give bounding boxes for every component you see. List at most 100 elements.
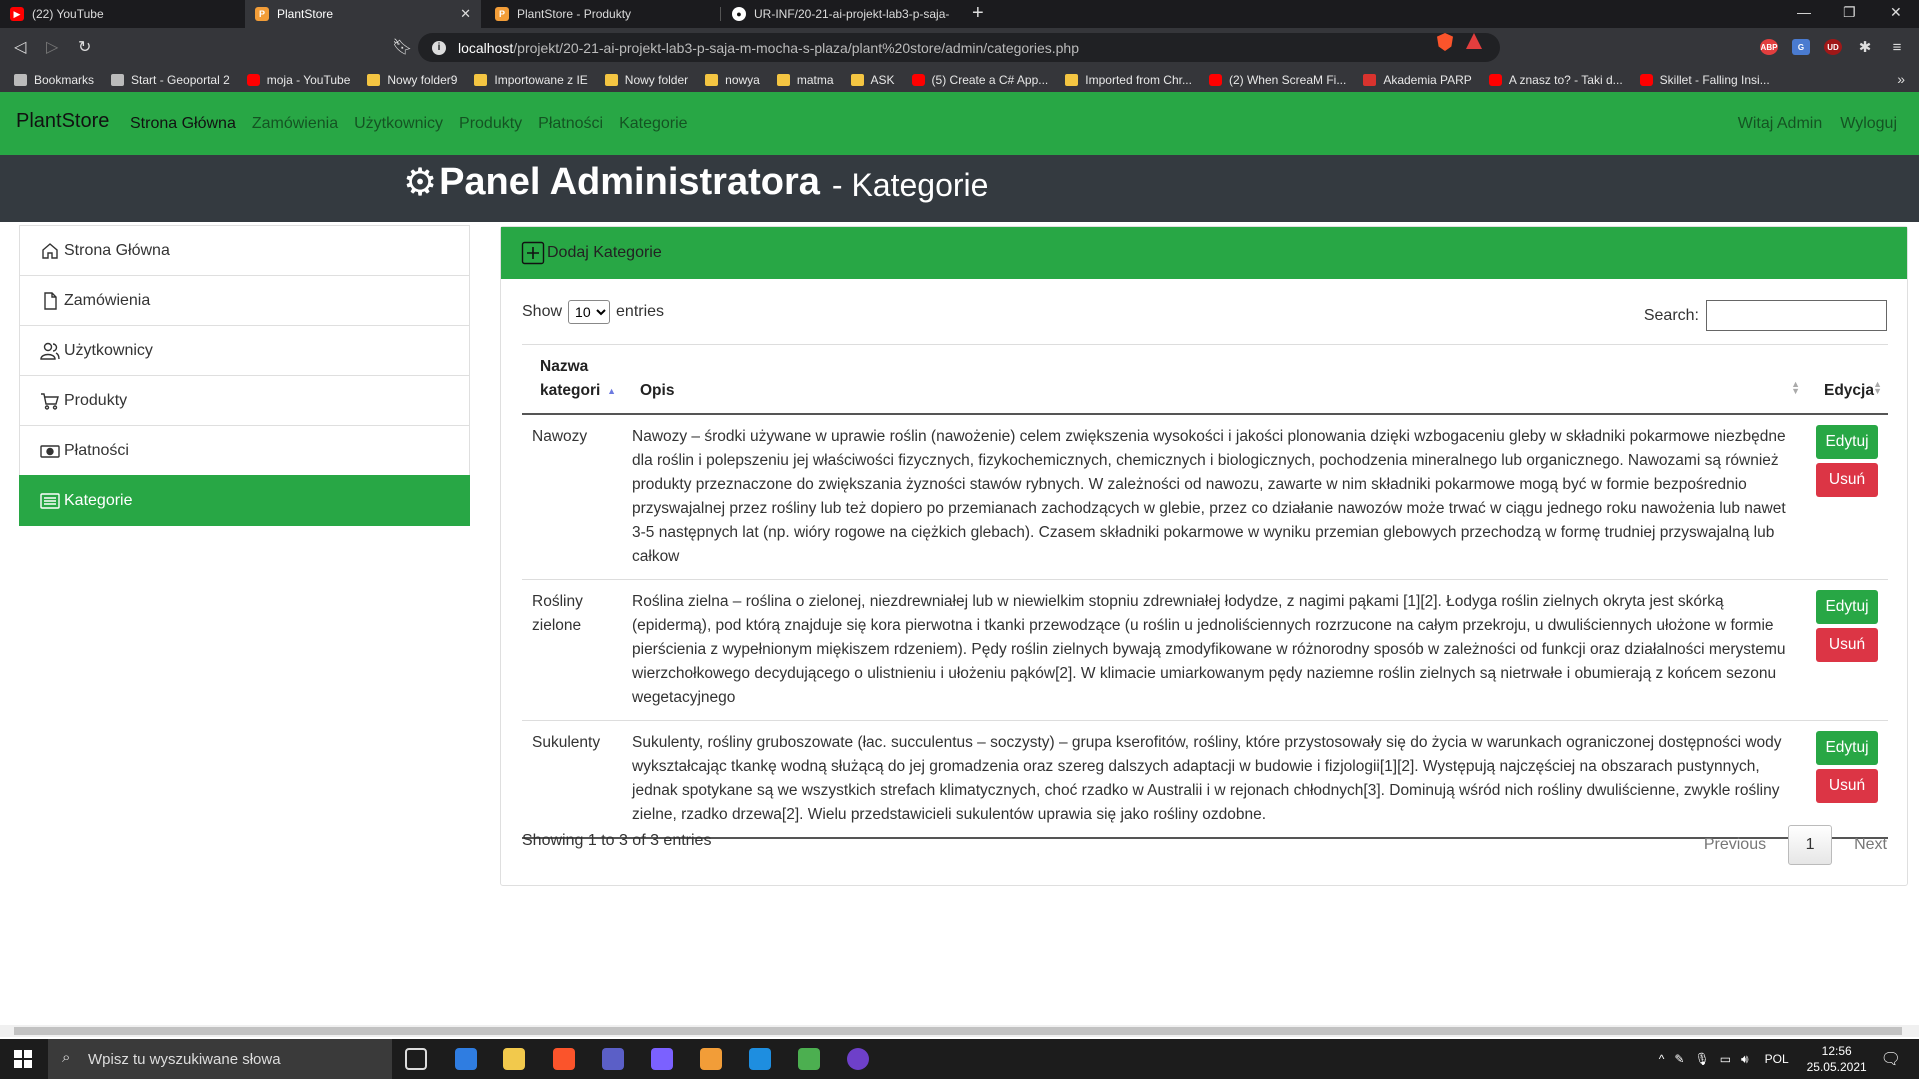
search-input[interactable] [1706,300,1887,331]
pen-icon[interactable]: ✎ [1674,1052,1684,1066]
network-icon[interactable]: ▭ [1720,1052,1731,1066]
sidebar-item-label: Płatności [64,441,129,459]
bookmark-item[interactable]: Bookmarks [14,73,94,87]
bookmark-folder[interactable]: ASK [850,73,895,87]
todo-icon[interactable] [455,1048,477,1070]
browser-tab-youtube[interactable]: ▶ (22) YouTube [0,0,240,28]
sidebar-item-orders[interactable]: Zamówienia [19,275,470,326]
nav-payments[interactable]: Płatności [538,115,603,133]
sidebar-item-users[interactable]: Użytkownicy [19,325,470,376]
close-icon[interactable]: ✕ [460,6,471,22]
page-size-select[interactable]: 10 [568,300,611,324]
bookmark-item[interactable]: A znasz to? - Taki d... [1488,73,1623,87]
bookmark-folder[interactable]: Nowy folder9 [367,73,457,87]
browser-tab-github[interactable]: ● UR-INF/20-21-ai-projekt-lab3-p-saja- [722,0,962,28]
discord-icon[interactable] [651,1048,673,1070]
microphone-icon[interactable]: 🎙︎ [1694,1052,1709,1066]
back-icon[interactable]: ◁ [14,37,26,57]
adblock-icon[interactable]: ABP [1760,39,1778,55]
horizontal-scrollbar[interactable] [0,1025,1919,1037]
delete-button[interactable]: Usuń [1816,769,1878,803]
vscode-icon[interactable] [749,1048,771,1070]
nav-home[interactable]: Strona Główna [130,115,236,133]
table-row: Nawozy Nawozy – środki używane w uprawie… [522,413,1888,580]
bookmark-item[interactable]: moja - YouTube [246,73,350,87]
bookmark-icon[interactable]: 🔖︎ [392,37,412,57]
nav-categories[interactable]: Kategorie [619,115,688,133]
notifications-icon[interactable]: 🗨︎ [1881,1049,1901,1069]
windows-start-icon[interactable] [14,1050,32,1068]
folder-icon [474,73,488,86]
bookmark-item[interactable]: (2) When ScreaM Fi... [1208,73,1346,87]
nav-products[interactable]: Produkty [459,115,522,133]
bookmark-item[interactable]: Skillet - Falling Insi... [1639,73,1770,87]
page-button[interactable]: 1 [1788,825,1833,865]
previous-button[interactable]: Previous [1704,836,1766,854]
window-close-icon[interactable]: ✕ [1890,4,1902,21]
bookmark-folder[interactable]: Nowy folder [604,73,688,87]
page-icon [111,73,125,86]
add-category-button[interactable]: Dodaj Kategorie [501,227,1907,279]
notepad-plus-icon[interactable] [798,1048,820,1070]
file-explorer-icon[interactable] [503,1048,525,1070]
ublock-icon[interactable]: UD [1824,39,1842,55]
info-icon[interactable]: i [432,40,446,55]
logout-link[interactable]: Wyloguj [1840,115,1897,133]
restore-icon[interactable]: ❐ [1843,4,1856,21]
delete-button[interactable]: Usuń [1816,628,1878,662]
xampp-icon[interactable] [700,1048,722,1070]
column-header-description[interactable]: Opis ▲ ▼ [622,344,1806,415]
task-view-icon[interactable] [405,1048,427,1070]
translate-icon[interactable]: G [1792,39,1810,55]
bookmark-item[interactable]: (5) Create a C# App... [911,73,1048,87]
clock[interactable]: 12:56 25.05.2021 [1807,1043,1867,1075]
bookmark-folder[interactable]: Imported from Chr... [1065,73,1192,87]
browser-tab-produkty[interactable]: P PlantStore - Produkty [485,0,719,28]
column-header-name[interactable]: Nazwa kategori ▲ [522,344,622,415]
sidebar-item-payments[interactable]: Płatności [19,425,470,476]
category-description: Roślina zielna – roślina o zielonej, nie… [622,579,1806,721]
github-desktop-icon[interactable] [847,1048,869,1070]
teams-icon[interactable] [602,1048,624,1070]
extensions-icon[interactable]: ✱ [1856,39,1874,56]
site-brand[interactable]: PlantStore [16,110,109,133]
bookmark-folder[interactable]: Importowane z IE [474,73,588,87]
forward-icon[interactable]: ▷ [46,37,58,57]
scrollbar-thumb[interactable] [14,1027,1902,1035]
nav-users[interactable]: Użytkownicy [354,115,443,133]
sort-icon: ▲ ▼ [1791,379,1800,396]
reload-icon[interactable]: ↻ [78,37,91,57]
next-button[interactable]: Next [1854,836,1887,854]
bookmark-folder[interactable]: matma [776,73,834,87]
address-bar[interactable]: i localhost/projekt/20-21-ai-projekt-lab… [418,33,1500,62]
sidebar-item-categories[interactable]: Kategorie [19,475,470,526]
bookmarks-icon [14,73,27,86]
bookmark-folder[interactable]: nowya [705,73,760,87]
category-description: Nawozy – środki używane w uprawie roślin… [622,413,1806,580]
nav-orders[interactable]: Zamówienia [252,115,338,133]
chevron-right-icon[interactable]: » [1897,71,1905,87]
volume-icon[interactable]: 🔊︎ [1741,1052,1749,1067]
language-indicator[interactable]: POL [1765,1052,1789,1066]
new-tab-icon[interactable]: + [972,2,984,25]
edit-button[interactable]: Edytuj [1816,425,1878,459]
bookmark-item[interactable]: Akademia PARP [1363,73,1472,87]
bookmark-item[interactable]: Start - Geoportal 2 [111,73,230,87]
categories-table: Nazwa kategori ▲ Opis ▲ ▼ Edycja ▲ ▼ Nawozy N… [522,344,1888,839]
taskbar-search[interactable]: ⌕ Wpisz tu wyszukiwane słowa [48,1039,392,1079]
greeting-link[interactable]: Witaj Admin [1738,115,1822,133]
chevron-up-icon[interactable]: ^ [1659,1052,1665,1066]
category-name: Sukulenty [522,720,622,838]
delete-button[interactable]: Usuń [1816,463,1878,497]
edit-button[interactable]: Edytuj [1816,731,1878,765]
column-header-actions[interactable]: Edycja ▲ ▼ [1806,344,1888,415]
site-navbar: PlantStore Strona Główna Zamówienia Użyt… [0,92,1919,155]
brave-browser-icon[interactable] [553,1048,575,1070]
edit-button[interactable]: Edytuj [1816,590,1878,624]
minimize-icon[interactable]: — [1797,4,1811,20]
brave-rewards-icon[interactable] [1466,33,1482,49]
browser-tab-plantstore[interactable]: P PlantStore ✕ [245,0,481,28]
sidebar-item-products[interactable]: Produkty [19,375,470,426]
menu-icon[interactable]: ≡ [1888,39,1906,56]
sidebar-item-home[interactable]: Strona Główna [19,225,470,276]
